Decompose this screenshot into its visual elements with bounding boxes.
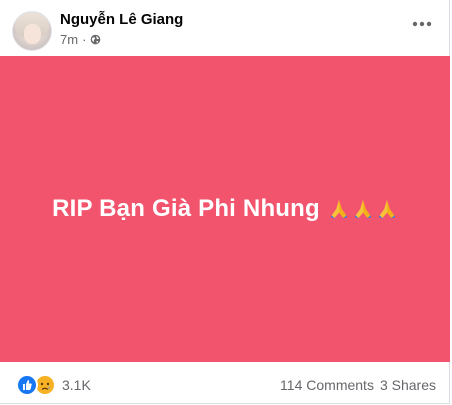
- folded-hands-icon: [330, 199, 348, 220]
- post-text: RIP Bạn Già Phi Nhung: [52, 195, 320, 222]
- reaction-count: 3.1K: [62, 377, 91, 393]
- folded-hands-icon: [378, 199, 396, 220]
- shares-count-link[interactable]: 3 Shares: [380, 377, 436, 393]
- emoji-group: [328, 198, 398, 220]
- post-meta: 7m ·: [60, 32, 101, 47]
- avatar-face: [24, 24, 41, 44]
- more-horizontal-icon: [412, 21, 432, 27]
- post-footer: 3.1K 114 Comments 3 Shares: [0, 362, 450, 404]
- engagement-stats: 114 Comments 3 Shares: [280, 377, 436, 393]
- author-name[interactable]: Nguyễn Lê Giang: [60, 11, 183, 28]
- avatar[interactable]: [12, 11, 52, 51]
- post-card: Nguyễn Lê Giang 7m · RIP Bạn Già Phi Nhu…: [0, 0, 450, 404]
- post-content: RIP Bạn Già Phi Nhung: [52, 195, 398, 223]
- more-options-button[interactable]: [406, 8, 438, 40]
- comments-count-link[interactable]: 114 Comments: [280, 377, 374, 393]
- post-content-card[interactable]: RIP Bạn Già Phi Nhung: [0, 56, 450, 362]
- post-header: Nguyễn Lê Giang 7m ·: [0, 0, 450, 56]
- like-icon: [16, 374, 38, 396]
- meta-separator: ·: [82, 32, 87, 47]
- folded-hands-icon: [354, 199, 372, 220]
- timestamp[interactable]: 7m: [60, 32, 78, 47]
- reactions-summary[interactable]: 3.1K: [16, 374, 91, 396]
- globe-icon[interactable]: [90, 34, 101, 45]
